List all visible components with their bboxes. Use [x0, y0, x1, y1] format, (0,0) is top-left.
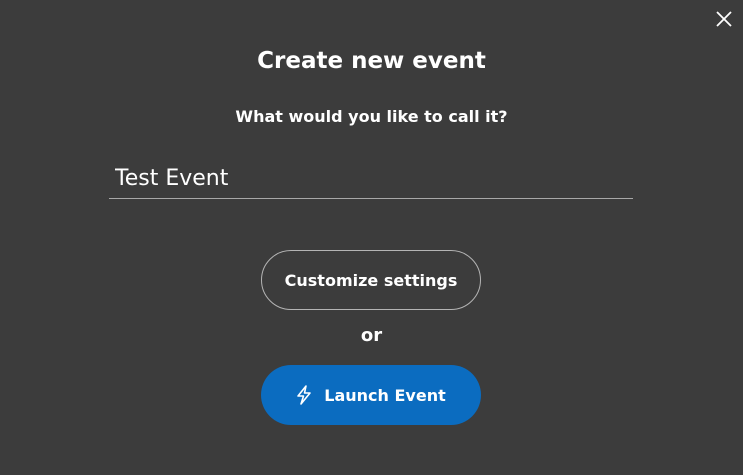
launch-event-button[interactable]: Launch Event [261, 365, 481, 425]
launch-event-label: Launch Event [324, 385, 446, 405]
customize-settings-label: Customize settings [284, 270, 458, 290]
or-separator: or [360, 325, 383, 346]
close-button[interactable] [711, 8, 737, 30]
name-prompt: What would you like to call it? [235, 107, 508, 126]
event-name-input[interactable] [109, 161, 633, 199]
dialog-title: Create new event [257, 48, 486, 74]
customize-settings-button[interactable]: Customize settings [261, 250, 481, 310]
create-event-dialog: Create new event What would you like to … [0, 0, 743, 475]
lightning-bolt-icon [296, 385, 312, 405]
close-icon [716, 11, 732, 27]
